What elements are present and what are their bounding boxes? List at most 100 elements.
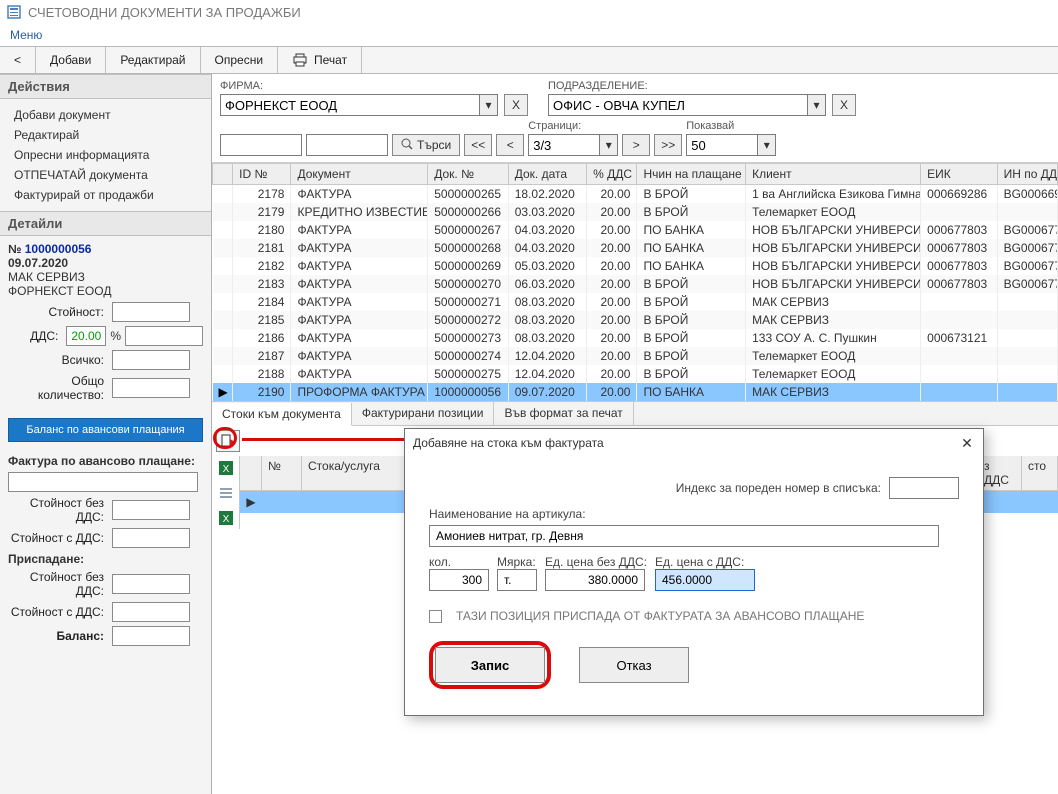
vat-amount-input[interactable]	[125, 326, 203, 346]
show-combo[interactable]	[686, 134, 758, 156]
price-incl-input[interactable]	[655, 569, 755, 591]
total-input[interactable]	[112, 350, 190, 370]
article-name-label: Наименование на артикула:	[429, 507, 586, 521]
search-box-2[interactable]	[306, 134, 388, 156]
advance-invoice-input[interactable]	[8, 472, 198, 492]
annotation-highlight: Запис	[429, 641, 551, 689]
table-row[interactable]: 2187ФАКТУРА500000027412.04.202020.00В БР…	[213, 347, 1058, 365]
cancel-button[interactable]: Отказ	[579, 647, 689, 683]
table-row[interactable]: 2179КРЕДИТНО ИЗВЕСТИЕ500000026603.03.202…	[213, 203, 1058, 221]
col-header[interactable]: Нчин на плащане	[637, 164, 746, 185]
table-row[interactable]: 2183ФАКТУРА500000027006.03.202020.00В БР…	[213, 275, 1058, 293]
add-label: Добави	[50, 53, 91, 67]
list-icon[interactable]	[218, 485, 234, 504]
col-header[interactable]: Клиент	[746, 164, 921, 185]
sidebar-link-2[interactable]: Опресни информацията	[8, 145, 203, 165]
val-excl-input[interactable]	[112, 500, 190, 520]
sidebar: Действия Добави документРедактирайОпресн…	[0, 74, 212, 794]
last-page-button[interactable]: >>	[654, 134, 682, 156]
row-marker-icon: ▶	[240, 491, 262, 513]
table-row[interactable]: ▶2190ПРОФОРМА ФАКТУРА100000005609.07.202…	[213, 383, 1058, 401]
sidebar-link-3[interactable]: ОТПЕЧАТАЙ документа	[8, 165, 203, 185]
dept-combo[interactable]	[548, 94, 808, 116]
table-row[interactable]: 2186ФАКТУРА500000027308.03.202020.00В БР…	[213, 329, 1058, 347]
col-header[interactable]: Док. дата	[508, 164, 586, 185]
balance-button[interactable]: Баланс по авансови плащания	[8, 418, 203, 442]
first-page-button[interactable]: <<	[464, 134, 492, 156]
excel-icon[interactable]: X	[218, 510, 234, 529]
ded-incl-label: Стойност с ДДС:	[8, 605, 108, 619]
col-header[interactable]: % ДДС	[587, 164, 637, 185]
table-row[interactable]: 2188ФАКТУРА500000027512.04.202020.00В БР…	[213, 365, 1058, 383]
chevron-down-icon[interactable]: ▾	[600, 134, 618, 156]
title-bar: СЧЕТОВОДНИ ДОКУМЕНТИ ЗА ПРОДАЖБИ	[0, 0, 1058, 24]
qty-input[interactable]	[429, 569, 489, 591]
chevron-down-icon[interactable]: ▾	[758, 134, 776, 156]
firm-combo[interactable]	[220, 94, 480, 116]
next-page-button[interactable]: >	[622, 134, 650, 156]
toolbar-print-button[interactable]: Печат	[278, 47, 362, 73]
back-label: <	[14, 53, 21, 67]
sidebar-link-1[interactable]: Редактирай	[8, 125, 203, 145]
col-header[interactable]: ИН по ДД	[997, 164, 1057, 185]
dept-clear-button[interactable]: X	[832, 94, 856, 116]
table-row[interactable]: 2185ФАКТУРА500000027208.03.202020.00В БР…	[213, 311, 1058, 329]
toolbar: < Добави Редактирай Опресни Печат	[0, 46, 1058, 74]
unit-input[interactable]	[497, 569, 537, 591]
close-icon[interactable]: ✕	[959, 435, 975, 451]
table-row[interactable]: 2184ФАКТУРА500000027108.03.202020.00В БР…	[213, 293, 1058, 311]
firm-clear-button[interactable]: X	[504, 94, 528, 116]
items-col-sto: сто	[1022, 456, 1058, 490]
toolbar-edit-button[interactable]: Редактирай	[106, 47, 200, 73]
sidebar-link-4[interactable]: Фактурирай от продажби	[8, 185, 203, 205]
pct-label: %	[110, 329, 121, 343]
table-row[interactable]: 2178ФАКТУРА500000026518.02.202020.00В БР…	[213, 185, 1058, 204]
qty-label: Общо количество:	[8, 374, 108, 402]
search-box-1[interactable]	[220, 134, 302, 156]
col-header[interactable]: Документ	[291, 164, 428, 185]
toolbar-refresh-button[interactable]: Опресни	[201, 47, 279, 73]
add-item-button[interactable]	[216, 430, 240, 452]
qty-input[interactable]	[112, 378, 190, 398]
documents-grid[interactable]: ID №ДокументДок. №Док. дата% ДДСНчин на …	[212, 163, 1058, 401]
svg-text:X: X	[222, 464, 229, 475]
chevron-down-icon[interactable]: ▾	[808, 94, 826, 116]
price-excl-input[interactable]	[545, 569, 645, 591]
col-header[interactable]: Док. №	[428, 164, 508, 185]
col-header[interactable]: ЕИК	[921, 164, 997, 185]
actions-header: Действия	[0, 74, 211, 99]
subtab-0[interactable]: Стоки към документа	[212, 403, 352, 426]
excel-export-icon[interactable]: X	[218, 460, 234, 479]
subtab-1[interactable]: Фактурирани позиции	[352, 402, 495, 425]
col-header[interactable]: ID №	[233, 164, 291, 185]
page-combo[interactable]	[528, 134, 600, 156]
toolbar-add-button[interactable]: Добави	[36, 47, 106, 73]
value-label: Стойност:	[8, 305, 108, 319]
print-label: Печат	[314, 53, 347, 67]
balance-input[interactable]	[112, 626, 190, 646]
table-row[interactable]: 2181ФАКТУРА500000026804.03.202020.00ПО Б…	[213, 239, 1058, 257]
show-label: Показвай	[686, 120, 776, 132]
chevron-down-icon[interactable]: ▾	[480, 94, 498, 116]
sidebar-link-0[interactable]: Добави документ	[8, 105, 203, 125]
table-row[interactable]: 2182ФАКТУРА500000026905.03.202020.00ПО Б…	[213, 257, 1058, 275]
article-name-input[interactable]	[429, 525, 939, 547]
details-header: Детайли	[0, 211, 211, 236]
val-incl-input[interactable]	[112, 528, 190, 548]
prev-page-button[interactable]: <	[496, 134, 524, 156]
val-incl-label: Стойност с ДДС:	[8, 531, 108, 545]
details-panel: № 1000000056 09.07.2020 МАК СЕРВИЗ ФОРНЕ…	[0, 236, 211, 412]
deduct-checkbox[interactable]	[429, 610, 442, 623]
ded-incl-input[interactable]	[112, 602, 190, 622]
items-col-vat: з ДДС	[978, 456, 1022, 490]
search-button[interactable]: Търси	[392, 134, 460, 156]
menu-main[interactable]: Меню	[6, 28, 46, 42]
value-input[interactable]	[112, 302, 190, 322]
index-input[interactable]	[889, 477, 959, 499]
vat-input[interactable]	[66, 326, 106, 346]
subtab-2[interactable]: Във формат за печат	[494, 402, 633, 425]
ded-excl-input[interactable]	[112, 574, 190, 594]
toolbar-back-button[interactable]: <	[0, 47, 36, 73]
table-row[interactable]: 2180ФАКТУРА500000026704.03.202020.00ПО Б…	[213, 221, 1058, 239]
save-button[interactable]: Запис	[435, 647, 545, 683]
